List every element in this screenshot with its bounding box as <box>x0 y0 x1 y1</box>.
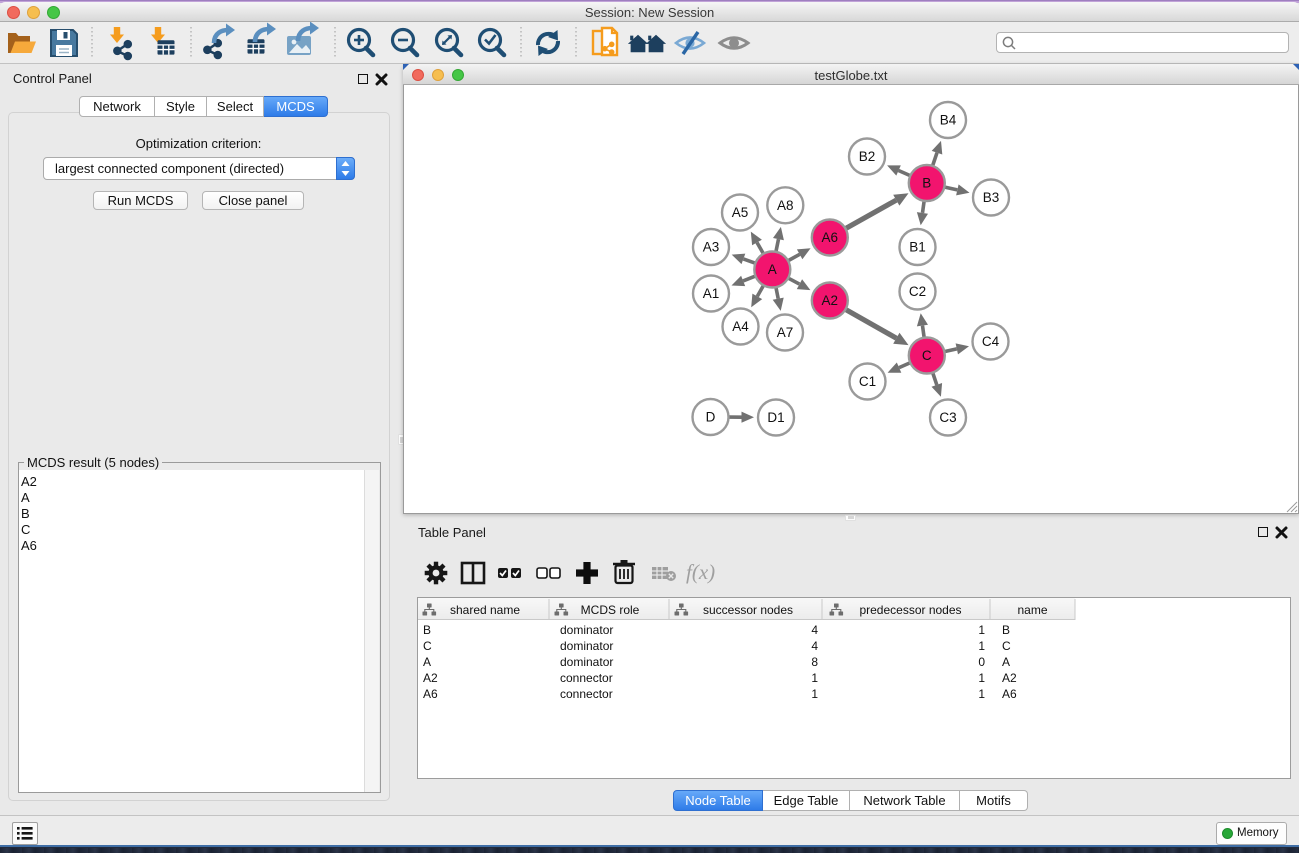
svg-text:B: B <box>922 176 931 191</box>
svg-text:C3: C3 <box>939 410 956 425</box>
svg-text:A2: A2 <box>822 293 839 308</box>
svg-text:A7: A7 <box>777 325 794 340</box>
svg-text:B3: B3 <box>983 190 1000 205</box>
svg-text:B1: B1 <box>909 240 926 255</box>
svg-text:A1: A1 <box>703 286 720 301</box>
svg-text:A: A <box>768 262 777 277</box>
svg-text:B4: B4 <box>940 113 957 128</box>
svg-text:C4: C4 <box>982 334 1000 349</box>
svg-text:A6: A6 <box>822 230 839 245</box>
svg-text:A4: A4 <box>732 319 749 334</box>
svg-text:D1: D1 <box>767 410 784 425</box>
svg-text:C: C <box>922 348 932 363</box>
svg-text:C1: C1 <box>859 374 876 389</box>
svg-text:A8: A8 <box>777 198 794 213</box>
svg-text:B2: B2 <box>859 149 876 164</box>
svg-text:A3: A3 <box>703 240 720 255</box>
svg-text:D: D <box>706 410 716 425</box>
svg-text:A5: A5 <box>732 205 749 220</box>
svg-text:C2: C2 <box>909 284 926 299</box>
